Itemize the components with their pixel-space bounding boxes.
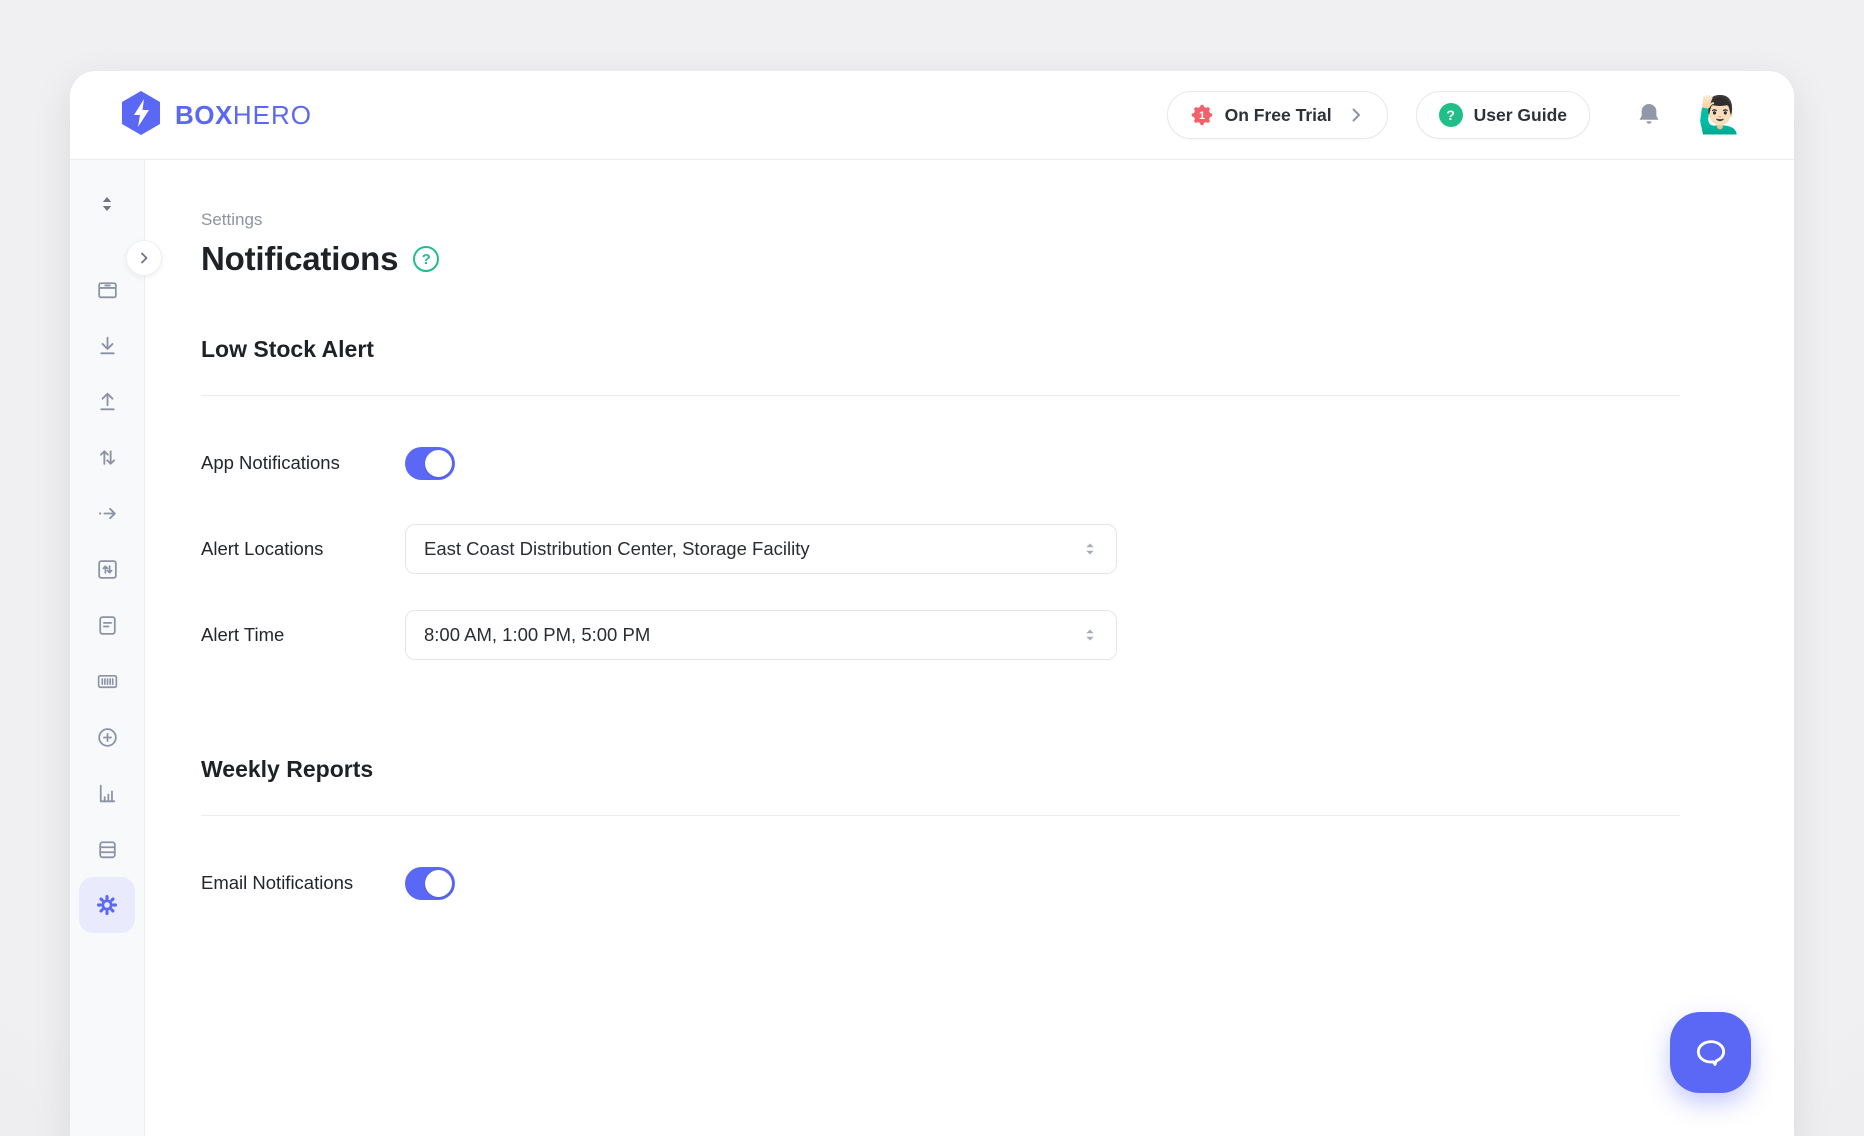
chat-bubble-icon <box>1691 1033 1731 1073</box>
free-trial-label: On Free Trial <box>1225 105 1332 126</box>
user-avatar[interactable]: 🙋🏻‍♂️ <box>1696 91 1744 139</box>
sidebar-item-stock-in[interactable] <box>79 317 135 373</box>
app-card: BOX HERO <box>70 71 1794 1136</box>
breadcrumb: Settings <box>201 210 1794 230</box>
divider <box>201 395 1680 396</box>
sidebar-nav <box>70 160 145 1136</box>
chat-launcher-button[interactable] <box>1670 1012 1751 1093</box>
settings-notifications-page: Settings Notifications ? Low Stock Alert… <box>145 160 1794 1136</box>
help-icon[interactable]: ? <box>413 246 439 272</box>
plus-circle-icon <box>95 725 120 750</box>
sidebar-item-purchase-sales[interactable] <box>79 597 135 653</box>
boxhero-logo[interactable]: BOX HERO <box>120 90 312 141</box>
database-icon <box>95 837 120 862</box>
toggle-knob <box>425 450 452 477</box>
brand-wordmark: BOX HERO <box>175 100 312 131</box>
chevron-right-icon <box>1347 106 1365 124</box>
bell-icon <box>1634 100 1664 130</box>
sidebar-item-data-center[interactable] <box>79 821 135 877</box>
avatar-emoji: 🙋🏻‍♂️ <box>1698 97 1743 133</box>
barcode-icon <box>95 669 120 694</box>
alert-time-label: Alert Time <box>201 624 405 646</box>
section-heading-low-stock: Low Stock Alert <box>201 336 1794 363</box>
divider <box>201 815 1680 816</box>
stock-out-icon <box>95 389 120 414</box>
email-notifications-row: Email Notifications <box>201 858 1794 908</box>
bar-chart-icon <box>95 781 120 806</box>
free-trial-button[interactable]: 1 On Free Trial <box>1167 91 1388 139</box>
sidebar-item-barcode[interactable] <box>79 653 135 709</box>
question-circle-icon: ? <box>1439 103 1463 127</box>
sidebar-item-transfer[interactable] <box>79 429 135 485</box>
alert-locations-row: Alert Locations East Coast Distribution … <box>201 524 1794 574</box>
page-title: Notifications <box>201 240 398 278</box>
chevron-right-icon <box>136 250 152 266</box>
email-notifications-toggle[interactable] <box>405 867 455 900</box>
user-guide-label: User Guide <box>1474 105 1567 126</box>
select-stepper-icon <box>1080 625 1100 645</box>
section-heading-weekly-reports: Weekly Reports <box>201 756 1794 783</box>
toggle-knob <box>425 870 452 897</box>
settings-gear-icon <box>94 892 120 918</box>
move-arrow-icon <box>95 501 120 526</box>
boxhero-hexagon-icon <box>120 90 162 141</box>
collapse-vertical-icon <box>95 192 119 216</box>
sidebar-item-items[interactable] <box>79 261 135 317</box>
app-notifications-toggle[interactable] <box>405 447 455 480</box>
sidebar-item-analytics[interactable] <box>79 765 135 821</box>
brand-light: HERO <box>233 100 312 131</box>
sidebar-item-switcher[interactable] <box>79 176 135 232</box>
alert-time-row: Alert Time 8:00 AM, 1:00 PM, 5:00 PM <box>201 610 1794 660</box>
alert-time-value: 8:00 AM, 1:00 PM, 5:00 PM <box>424 624 650 646</box>
alert-locations-select[interactable]: East Coast Distribution Center, Storage … <box>405 524 1117 574</box>
items-box-icon <box>95 277 120 302</box>
sidebar-item-transactions[interactable] <box>79 541 135 597</box>
alert-locations-label: Alert Locations <box>201 538 405 560</box>
alert-time-select[interactable]: 8:00 AM, 1:00 PM, 5:00 PM <box>405 610 1117 660</box>
in-out-box-icon <box>95 557 120 582</box>
sidebar-item-settings[interactable] <box>79 877 135 933</box>
body-row: Settings Notifications ? Low Stock Alert… <box>70 160 1794 1136</box>
user-guide-button[interactable]: ? User Guide <box>1416 91 1590 139</box>
app-window: BOX HERO <box>0 0 1864 1136</box>
sidebar-item-stock-out[interactable] <box>79 373 135 429</box>
trial-seal-icon: 1 <box>1190 103 1214 127</box>
select-stepper-icon <box>1080 539 1100 559</box>
app-notifications-label: App Notifications <box>201 452 405 474</box>
sidebar-item-move[interactable] <box>79 485 135 541</box>
app-notifications-row: App Notifications <box>201 438 1794 488</box>
transfer-arrows-icon <box>95 445 120 470</box>
alert-locations-value: East Coast Distribution Center, Storage … <box>424 538 810 560</box>
email-notifications-label: Email Notifications <box>201 872 405 894</box>
top-header: BOX HERO <box>70 71 1794 160</box>
sidebar-item-add-new[interactable] <box>79 709 135 765</box>
svg-text:1: 1 <box>1199 110 1205 122</box>
document-icon <box>95 613 120 638</box>
notifications-bell-button[interactable] <box>1634 100 1664 130</box>
stock-in-icon <box>95 333 120 358</box>
sidebar-expand-button[interactable] <box>126 240 162 276</box>
header-actions: 1 On Free Trial ? User Guide <box>1167 91 1744 139</box>
brand-bold: BOX <box>175 100 233 131</box>
